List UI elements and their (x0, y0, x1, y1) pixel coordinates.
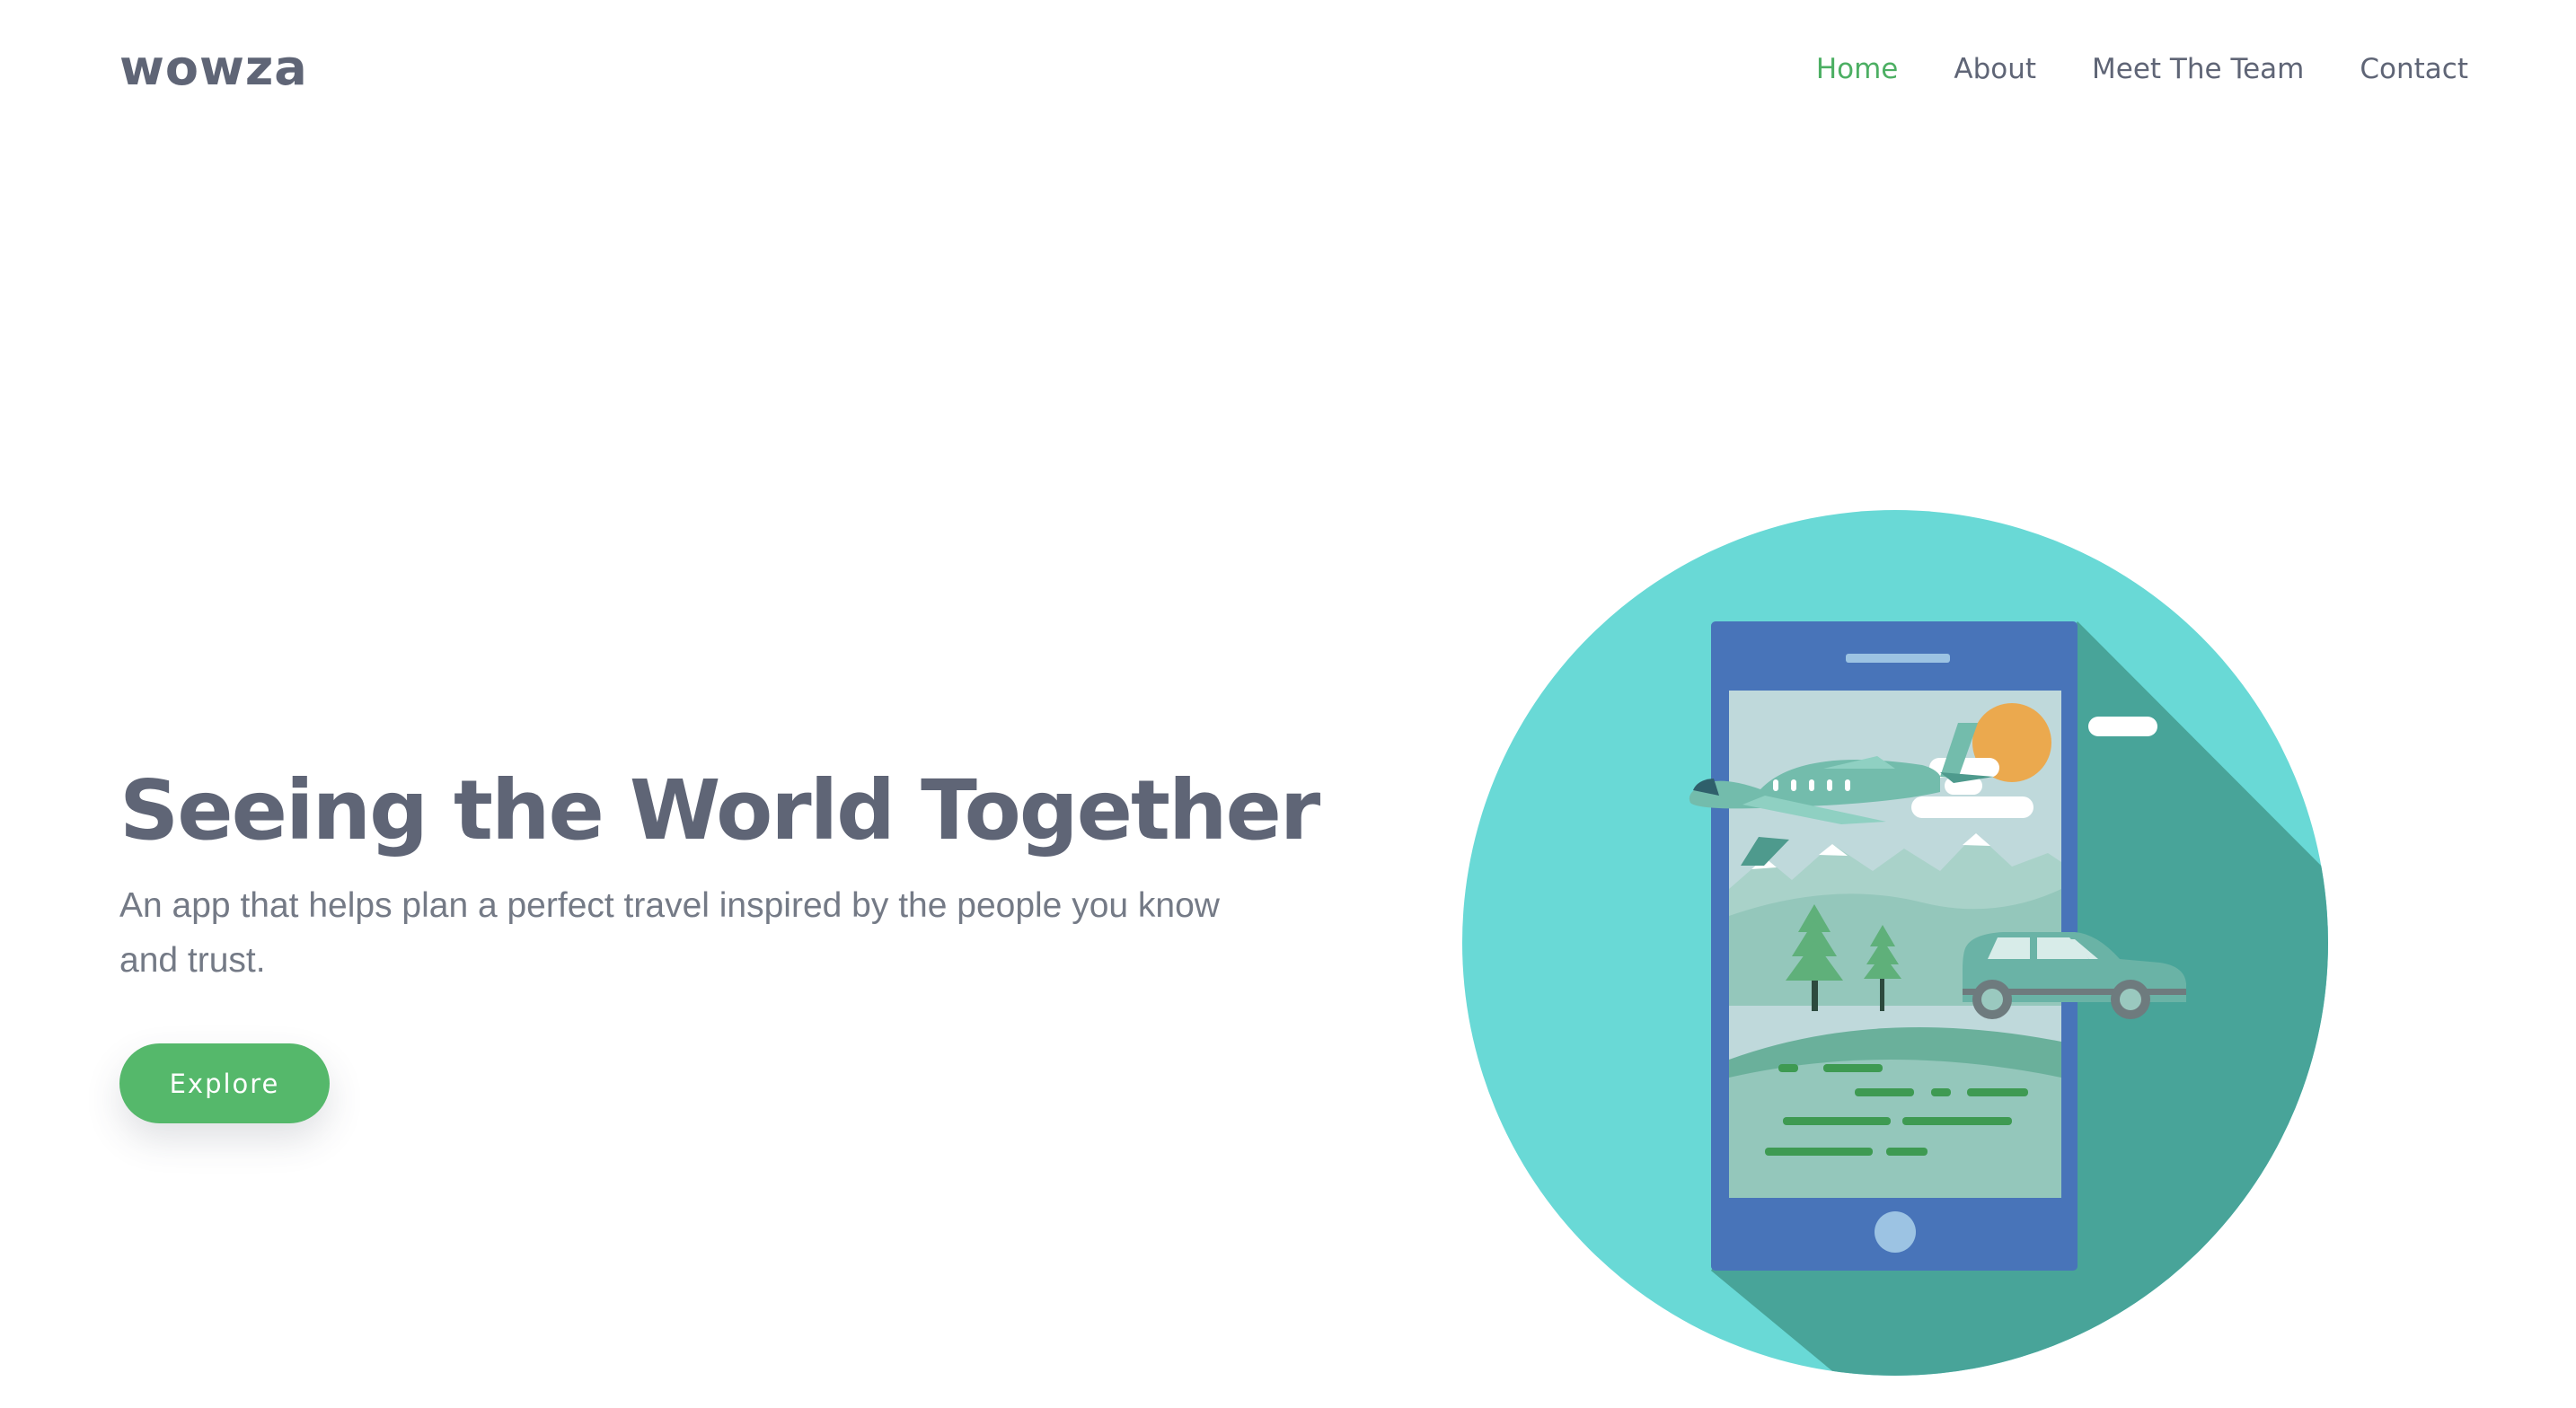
site-logo[interactable]: wowza (119, 36, 308, 101)
hero-subtitle: An app that helps plan a perfect travel … (119, 886, 1220, 980)
travel-phone-illustration (1455, 503, 2335, 1383)
travel-phone-icon (1462, 510, 2328, 1376)
nav-contact-link[interactable]: Contact (2360, 47, 2468, 92)
phone-home-button-icon (1875, 1211, 1916, 1253)
cloud-icon (2088, 717, 2157, 736)
site-header: wowza Home About Meet The Team Contact (0, 0, 2576, 144)
nav-about-link[interactable]: About (1954, 47, 2036, 92)
main-nav: Home About Meet The Team Contact (1816, 47, 2468, 92)
page: wowza Home About Meet The Team Contact S… (0, 0, 2576, 1408)
nav-team-link[interactable]: Meet The Team (2092, 47, 2304, 92)
explore-button[interactable]: Explore (119, 1043, 330, 1123)
phone-speaker (1846, 654, 1950, 663)
hero-title: Seeing the World Together (119, 762, 1320, 858)
nav-home-link[interactable]: Home (1816, 47, 1899, 92)
